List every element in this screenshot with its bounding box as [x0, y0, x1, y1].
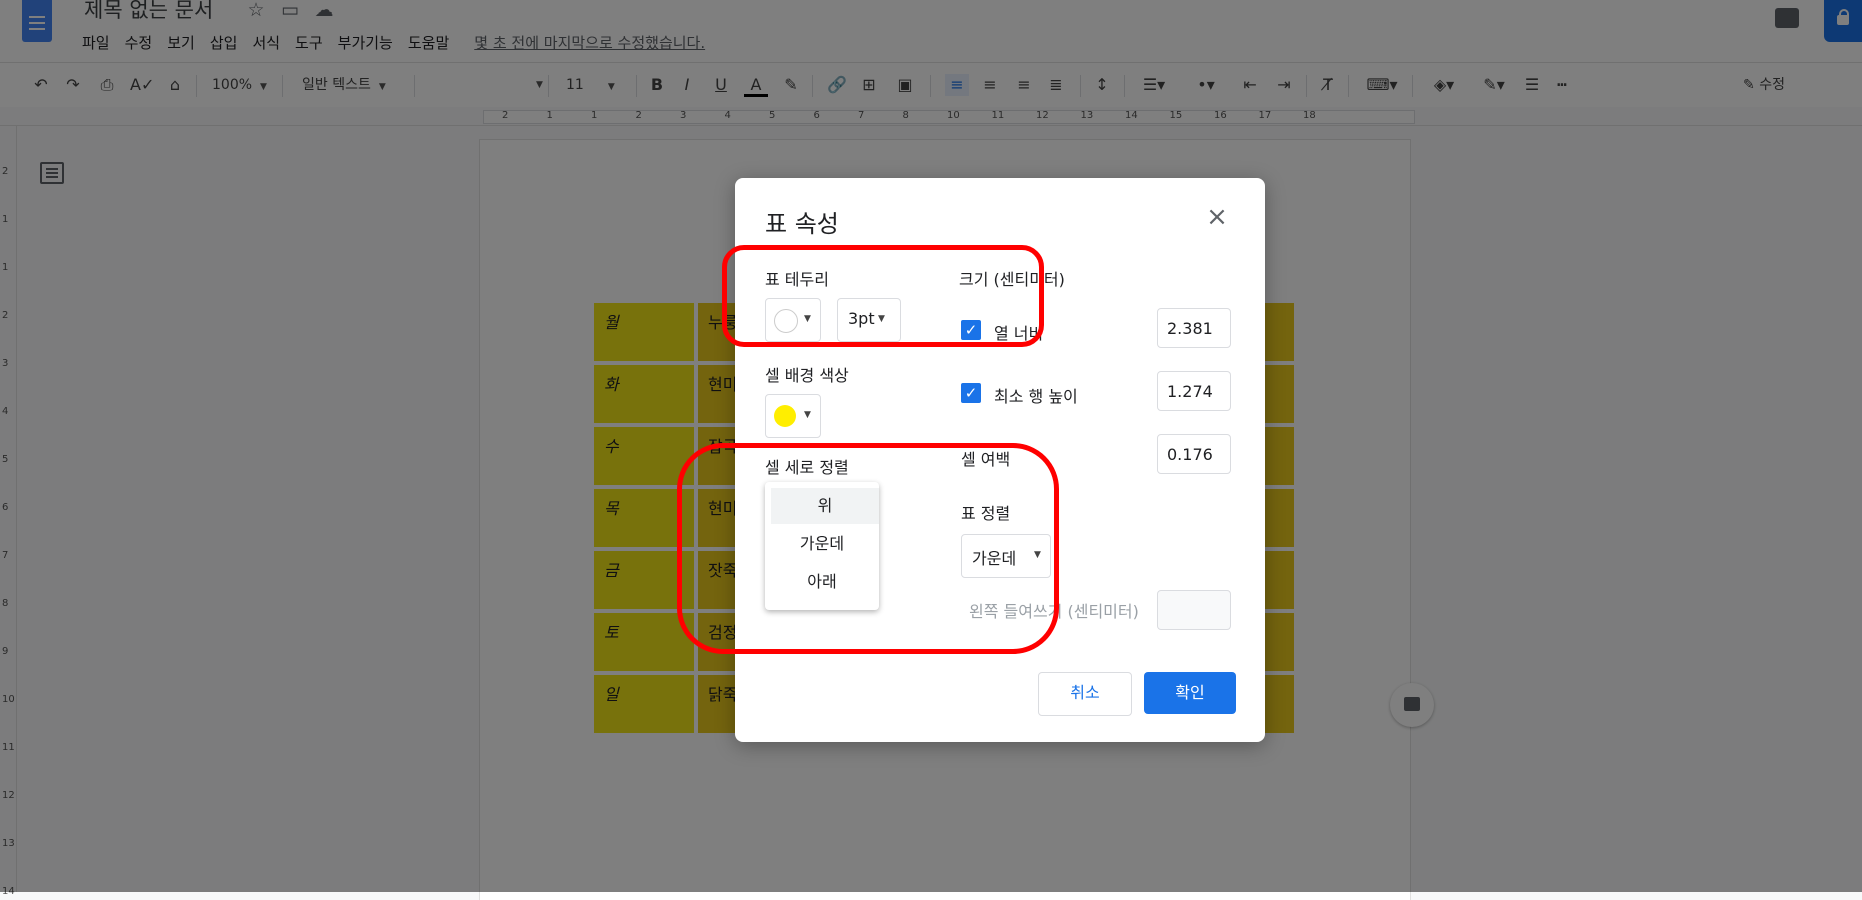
cell-bg-swatch — [774, 405, 796, 427]
row-height-checkbox[interactable]: ✓ — [961, 383, 981, 403]
left-indent-input — [1157, 590, 1231, 630]
annotation-highlight-border — [722, 245, 1044, 347]
cancel-button[interactable]: 취소 — [1038, 672, 1132, 716]
ok-button[interactable]: 확인 — [1144, 672, 1236, 714]
row-height-label: 최소 행 높이 — [994, 387, 1078, 406]
col-width-input[interactable] — [1157, 308, 1231, 348]
cell-bg-label: 셀 배경 색상 — [765, 366, 849, 385]
annotation-highlight-valign — [677, 443, 1059, 654]
cell-bg-color-button[interactable]: ▼ — [765, 394, 821, 438]
row-height-input[interactable] — [1157, 371, 1231, 411]
cell-padding-input[interactable] — [1157, 434, 1231, 474]
dialog-title: 표 속성 — [765, 210, 839, 238]
close-icon[interactable]: × — [1205, 204, 1229, 230]
